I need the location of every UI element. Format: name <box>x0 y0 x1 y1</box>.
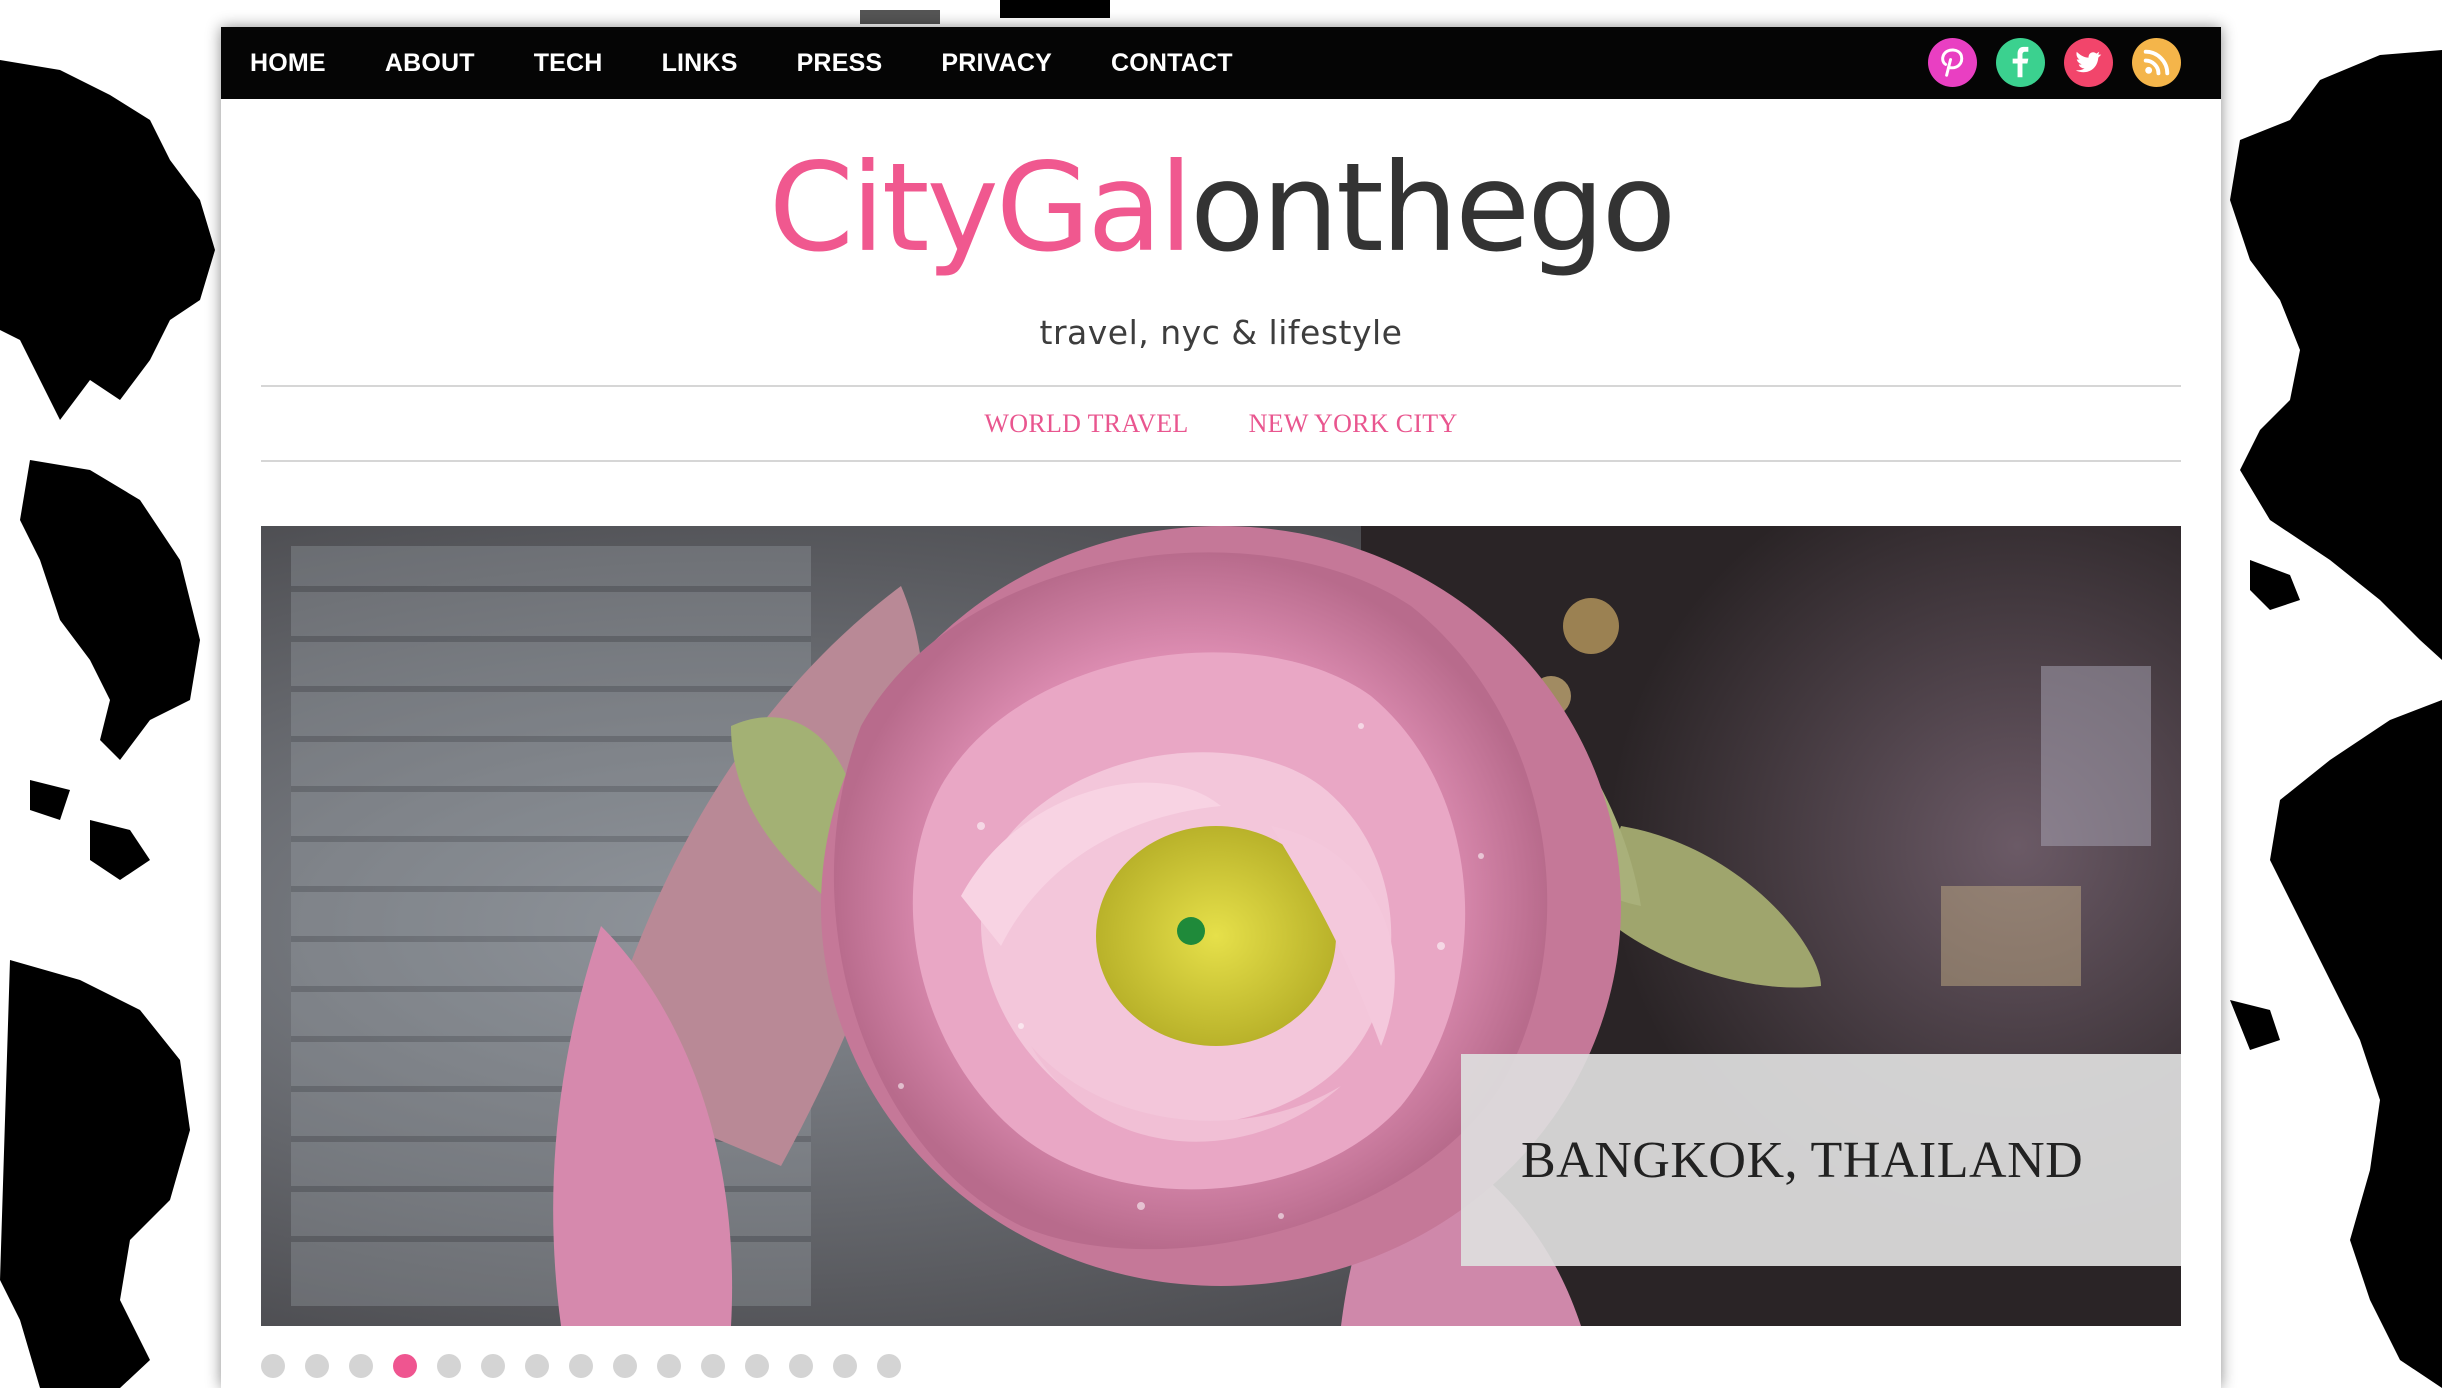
category-world-travel[interactable]: WORLD TRAVEL <box>984 409 1188 439</box>
logo-onthego: onthego <box>1190 137 1676 279</box>
top-nav-links[interactable]: LINKS <box>662 49 738 78</box>
top-nav-tech[interactable]: TECH <box>534 49 603 78</box>
top-nav-press[interactable]: PRESS <box>797 49 883 78</box>
top-nav: HOME ABOUT TECH LINKS PRESS PRIVACY CONT… <box>250 27 1292 99</box>
slider-dot[interactable] <box>261 1354 285 1378</box>
pinterest-icon[interactable] <box>1928 38 1977 87</box>
twitter-icon[interactable] <box>2064 38 2113 87</box>
page-container: HOME ABOUT TECH LINKS PRESS PRIVACY CONT… <box>221 27 2221 1388</box>
site-tagline: travel, nyc & lifestyle <box>1039 313 1403 352</box>
slider-dot[interactable] <box>745 1354 769 1378</box>
top-nav-privacy[interactable]: PRIVACY <box>941 49 1052 78</box>
top-nav-home[interactable]: HOME <box>250 49 326 78</box>
featured-slider[interactable]: BANGKOK, THAILAND <box>261 526 2181 1326</box>
site-logo[interactable]: CityGalonthego <box>221 147 2221 269</box>
slide-caption[interactable]: BANGKOK, THAILAND <box>1461 1054 2181 1266</box>
slider-dot[interactable] <box>525 1354 549 1378</box>
category-nav: WORLD TRAVEL NEW YORK CITY <box>261 385 2181 462</box>
slider-dot[interactable] <box>305 1354 329 1378</box>
top-nav-bar: HOME ABOUT TECH LINKS PRESS PRIVACY CONT… <box>221 27 2221 99</box>
slider-dot[interactable] <box>657 1354 681 1378</box>
rss-icon[interactable] <box>2132 38 2181 87</box>
slider-dot[interactable] <box>613 1354 637 1378</box>
slider-pagination <box>261 1353 921 1379</box>
slide-caption-title: BANGKOK, THAILAND <box>1521 1131 2084 1189</box>
slider-dot[interactable] <box>701 1354 725 1378</box>
slider-dot[interactable] <box>877 1354 901 1378</box>
social-icons <box>1909 38 2181 87</box>
top-nav-about[interactable]: ABOUT <box>385 49 475 78</box>
slider-dot-active[interactable] <box>393 1354 417 1378</box>
facebook-icon[interactable] <box>1996 38 2045 87</box>
slider-dot[interactable] <box>833 1354 857 1378</box>
slider-dot[interactable] <box>437 1354 461 1378</box>
slider-dot[interactable] <box>569 1354 593 1378</box>
category-new-york-city[interactable]: NEW YORK CITY <box>1249 409 1458 439</box>
slider-dot[interactable] <box>481 1354 505 1378</box>
slider-dot[interactable] <box>349 1354 373 1378</box>
slider-dot[interactable] <box>789 1354 813 1378</box>
top-nav-contact[interactable]: CONTACT <box>1111 49 1233 78</box>
logo-citygal: CityGal <box>768 137 1193 279</box>
